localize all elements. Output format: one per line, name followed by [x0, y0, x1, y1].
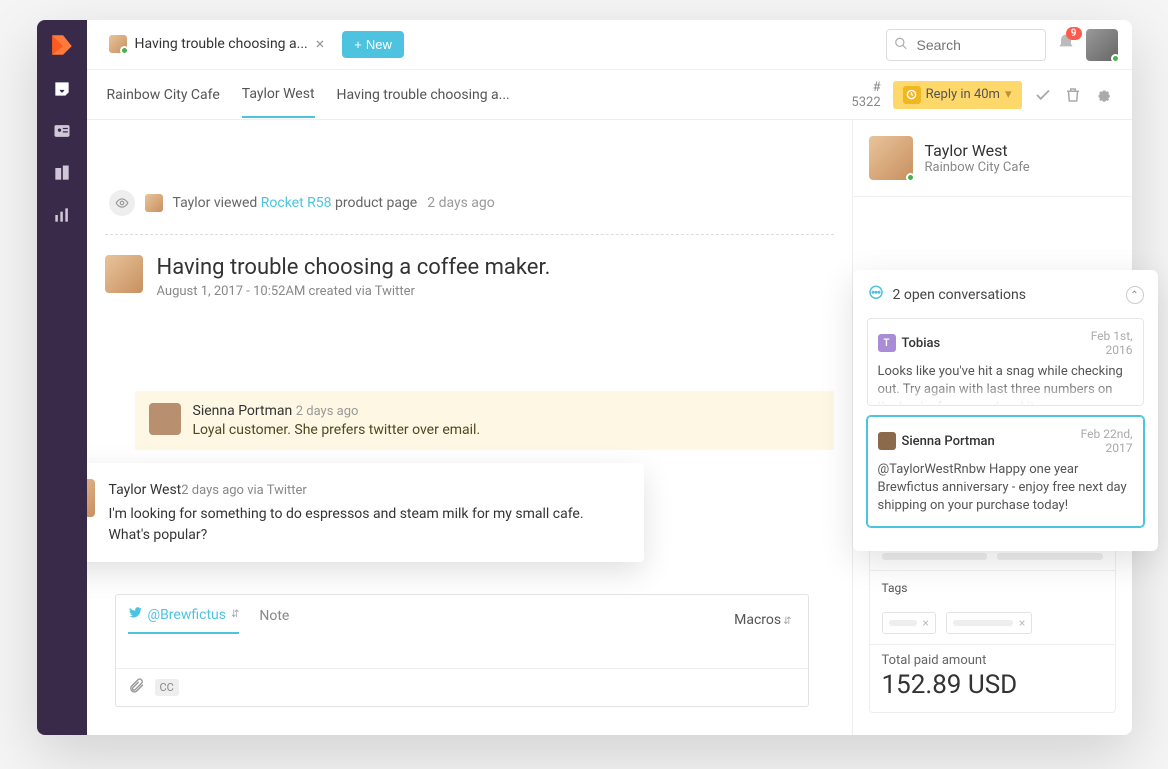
- note-time: 2 days ago: [296, 404, 359, 419]
- note-author: Sienna Portman: [193, 403, 293, 419]
- check-icon[interactable]: [1034, 86, 1052, 104]
- search-input[interactable]: [886, 29, 1046, 61]
- total-paid-label: Total paid amount: [870, 645, 1115, 668]
- eye-icon: [109, 190, 135, 216]
- reply-timer-badge[interactable]: Reply in 40m ▾: [893, 81, 1022, 109]
- customer-header: Taylor West Rainbow City Cafe: [853, 120, 1132, 197]
- notifications-button[interactable]: 9: [1056, 33, 1076, 57]
- tab-avatar: [109, 35, 127, 53]
- event-time: 2 days ago: [427, 195, 495, 211]
- plus-icon: +: [354, 37, 362, 52]
- conv-date: Feb 22nd, 2017: [1063, 427, 1133, 455]
- nav-org-icon[interactable]: [51, 162, 73, 184]
- conv-body: Looks like you've hit a snag while check…: [878, 363, 1133, 406]
- breadcrumb-subject[interactable]: Having trouble choosing a...: [337, 87, 510, 117]
- event-avatar: [145, 194, 163, 212]
- conv-author: Sienna Portman: [902, 434, 995, 449]
- event-suffix: product page: [335, 195, 417, 211]
- macros-button[interactable]: Macros⇵: [734, 612, 795, 628]
- tag-chip[interactable]: ×: [882, 612, 936, 634]
- chat-icon: [867, 284, 885, 306]
- tag-remove-icon[interactable]: ×: [1019, 616, 1025, 630]
- user-avatar[interactable]: [1086, 29, 1118, 61]
- customer-avatar: [87, 479, 95, 517]
- created-at-skeleton: [997, 553, 1103, 560]
- topbar: Having trouble choosing a... × + New 9: [87, 20, 1132, 70]
- tab-title: Having trouble choosing a...: [135, 36, 308, 52]
- subject-title: Having trouble choosing a coffee maker.: [157, 255, 551, 280]
- gear-icon[interactable]: [1094, 86, 1112, 104]
- trash-icon[interactable]: [1064, 86, 1082, 104]
- app-logo-icon: [49, 32, 75, 58]
- clock-icon: [903, 86, 921, 104]
- subject-avatar: [105, 255, 143, 293]
- conv-author: Tobias: [902, 336, 941, 351]
- subject-block: Having trouble choosing a coffee maker. …: [105, 255, 834, 299]
- conv-avatar-initial: T: [878, 334, 896, 352]
- conv-avatar: [878, 432, 896, 450]
- conv-date: Feb 1st, 2016: [1063, 329, 1133, 357]
- event-who: Taylor: [173, 195, 211, 211]
- notif-badge: 9: [1066, 27, 1082, 40]
- new-button-label: New: [366, 37, 392, 52]
- ticket-number: # 5322: [851, 80, 880, 110]
- customer-sidebar-avatar: [869, 136, 913, 180]
- search-box: [886, 29, 1046, 61]
- note-avatar: [149, 403, 181, 435]
- cc-button[interactable]: CC: [155, 679, 179, 696]
- attachment-icon[interactable]: [128, 677, 145, 698]
- conversation-item[interactable]: Sienna Portman Feb 22nd, 2017 @TaylorWes…: [867, 416, 1144, 527]
- customer-message-card: Taylor West2 days ago via Twitter I'm lo…: [87, 463, 644, 562]
- internal-note: Sienna Portman 2 days ago Loyal customer…: [135, 391, 834, 450]
- breadcrumb-person[interactable]: Taylor West: [242, 86, 315, 118]
- open-conversations-panel: 2 open conversations ⌃ T Tobias Feb 1st,…: [853, 270, 1158, 551]
- breadcrumb-org[interactable]: Rainbow City Cafe: [107, 87, 220, 117]
- close-icon[interactable]: ×: [316, 34, 325, 53]
- customer-sidebar-org: Rainbow City Cafe: [925, 160, 1030, 175]
- nav-contacts-icon[interactable]: [51, 120, 73, 142]
- open-conversations-heading: 2 open conversations: [893, 287, 1027, 303]
- search-icon: [894, 35, 908, 54]
- sort-icon: ⇵: [231, 609, 239, 620]
- open-tab[interactable]: Having trouble choosing a... ×: [101, 30, 333, 59]
- nav-reports-icon[interactable]: [51, 204, 73, 226]
- collapse-icon[interactable]: ⌃: [1126, 286, 1144, 304]
- tag-remove-icon[interactable]: ×: [923, 616, 929, 630]
- reply-timer-text: Reply in 40m: [926, 87, 1000, 102]
- reply-textarea[interactable]: [116, 634, 808, 668]
- customer-name: Taylor West: [109, 482, 182, 498]
- customer-msg-meta: 2 days ago via Twitter: [181, 483, 307, 498]
- reply-tab-note[interactable]: Note: [259, 608, 289, 632]
- customer-msg-body: I'm looking for something to do espresso…: [109, 504, 626, 546]
- reply-tab-twitter[interactable]: @Brewfictus ⇵: [128, 605, 240, 634]
- conversation-item[interactable]: T Tobias Feb 1st, 2016 Looks like you've…: [867, 318, 1144, 406]
- chevron-down-icon: ▾: [1005, 87, 1012, 102]
- tag-chip[interactable]: ×: [946, 612, 1032, 634]
- reply-box: @Brewfictus ⇵ Note Macros⇵ CC: [115, 594, 809, 707]
- nav-inbox-icon[interactable]: [51, 78, 73, 100]
- view-event: Taylor viewed Rocket R58 product page 2 …: [105, 190, 834, 216]
- reply-handle: @Brewfictus: [148, 607, 226, 623]
- note-body: Loyal customer. She prefers twitter over…: [193, 422, 481, 438]
- order-id-skeleton: [882, 553, 988, 560]
- total-paid-value: 152.89 USD: [870, 668, 1115, 712]
- twitter-icon: [128, 605, 143, 624]
- subject-meta: August 1, 2017 - 10:52AM created via Twi…: [157, 284, 551, 299]
- conv-body: @TaylorWestRnbw Happy one year Brewfictu…: [878, 461, 1133, 516]
- breadcrumb-bar: Rainbow City Cafe Taylor West Having tro…: [87, 70, 1132, 120]
- nav-rail: [37, 20, 87, 735]
- event-link[interactable]: Rocket R58: [261, 195, 332, 211]
- customer-sidebar-name: Taylor West: [925, 141, 1030, 160]
- customer-sidebar: Taylor West Rainbow City Cafe 2 open con…: [852, 120, 1132, 735]
- new-button[interactable]: + New: [342, 31, 404, 58]
- tags-label: Tags: [882, 581, 1103, 595]
- event-verb: viewed: [214, 195, 257, 211]
